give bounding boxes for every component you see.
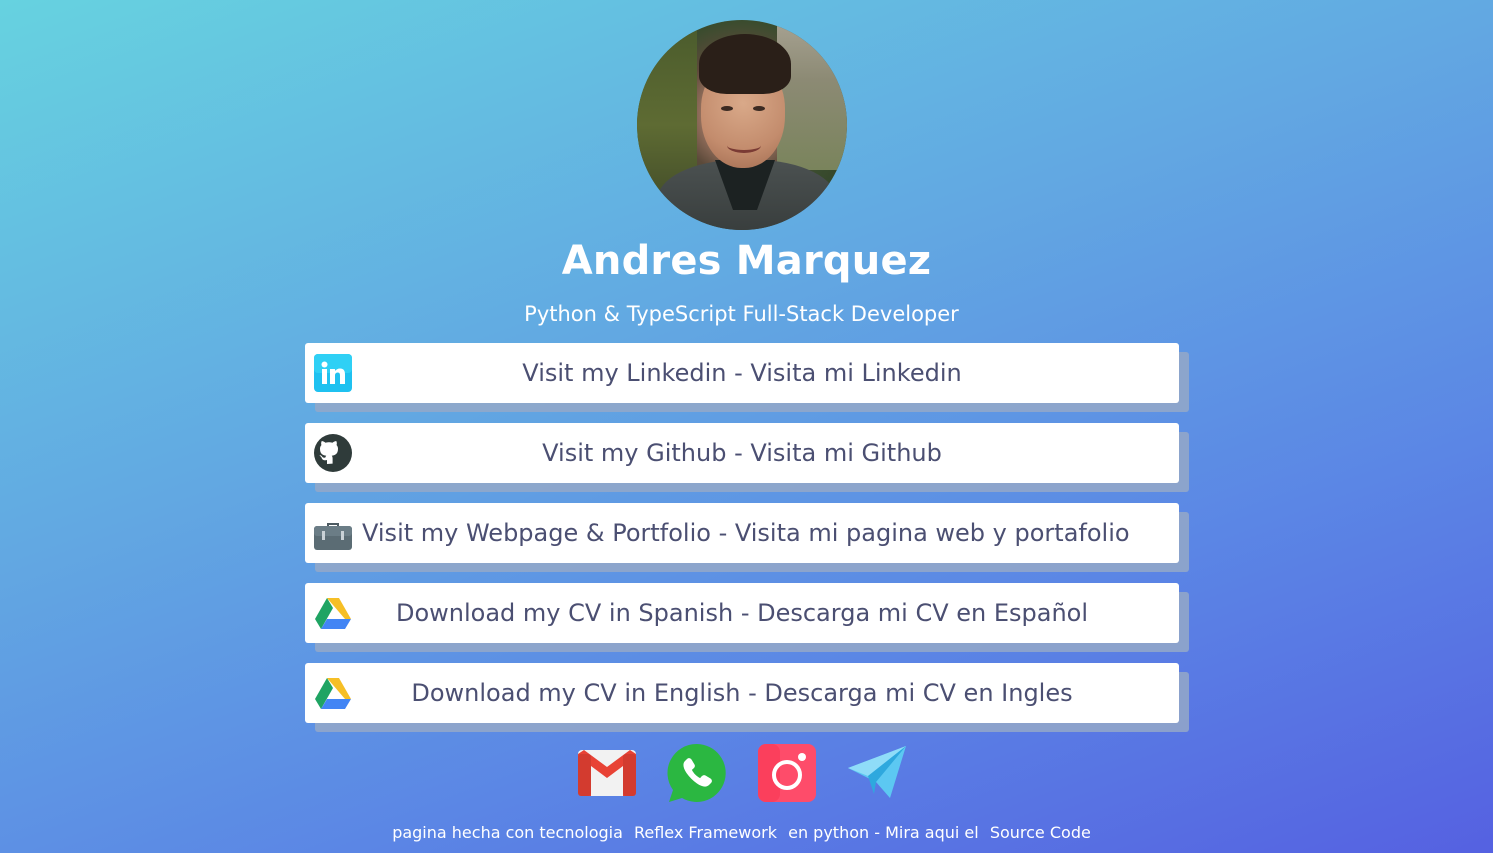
google-drive-icon (314, 594, 352, 632)
instagram-icon[interactable] (756, 742, 818, 804)
photo-street (777, 20, 847, 170)
cv-spanish-link-button[interactable]: Download my CV in Spanish - Descarga mi … (305, 583, 1179, 643)
cv-english-link-label: Download my CV in English - Descarga mi … (411, 679, 1073, 707)
whatsapp-icon[interactable] (666, 742, 728, 804)
photo-eye-left (721, 106, 733, 111)
footer-text-1: pagina hecha con tecnologia (392, 823, 623, 842)
photo-hair (699, 34, 791, 94)
briefcase-icon (314, 514, 352, 552)
cv-english-link-button[interactable]: Download my CV in English - Descarga mi … (305, 663, 1179, 723)
linkedin-link-button[interactable]: Visit my Linkedin - Visita mi Linkedin (305, 343, 1179, 403)
link-tree-page: Andres Marquez Python & TypeScript Full-… (0, 0, 1493, 853)
reflex-framework-link[interactable]: Reflex Framework (634, 823, 777, 842)
profile-name: Andres Marquez (561, 238, 932, 284)
footer: pagina hecha con tecnologia Reflex Frame… (0, 823, 1483, 842)
portfolio-link-label: Visit my Webpage & Portfolio - Visita mi… (362, 519, 1130, 547)
linkedin-link-label: Visit my Linkedin - Visita mi Linkedin (522, 359, 962, 387)
photo-eye-right (753, 106, 765, 111)
profile-photo (637, 20, 847, 230)
gmail-icon[interactable] (576, 742, 638, 804)
portfolio-link-button[interactable]: Visit my Webpage & Portfolio - Visita mi… (305, 503, 1179, 563)
profile-subtitle: Python & TypeScript Full-Stack Developer (524, 302, 959, 326)
github-link-button[interactable]: Visit my Github - Visita mi Github (305, 423, 1179, 483)
github-icon (314, 434, 352, 472)
github-link-label: Visit my Github - Visita mi Github (542, 439, 942, 467)
linkedin-icon (314, 354, 352, 392)
source-code-link[interactable]: Source Code (990, 823, 1091, 842)
photo-smile (727, 138, 761, 153)
google-drive-icon (314, 674, 352, 712)
telegram-icon[interactable] (846, 742, 908, 804)
cv-spanish-link-label: Download my CV in Spanish - Descarga mi … (395, 599, 1089, 627)
footer-text-2: en python - Mira aqui el (788, 823, 979, 842)
